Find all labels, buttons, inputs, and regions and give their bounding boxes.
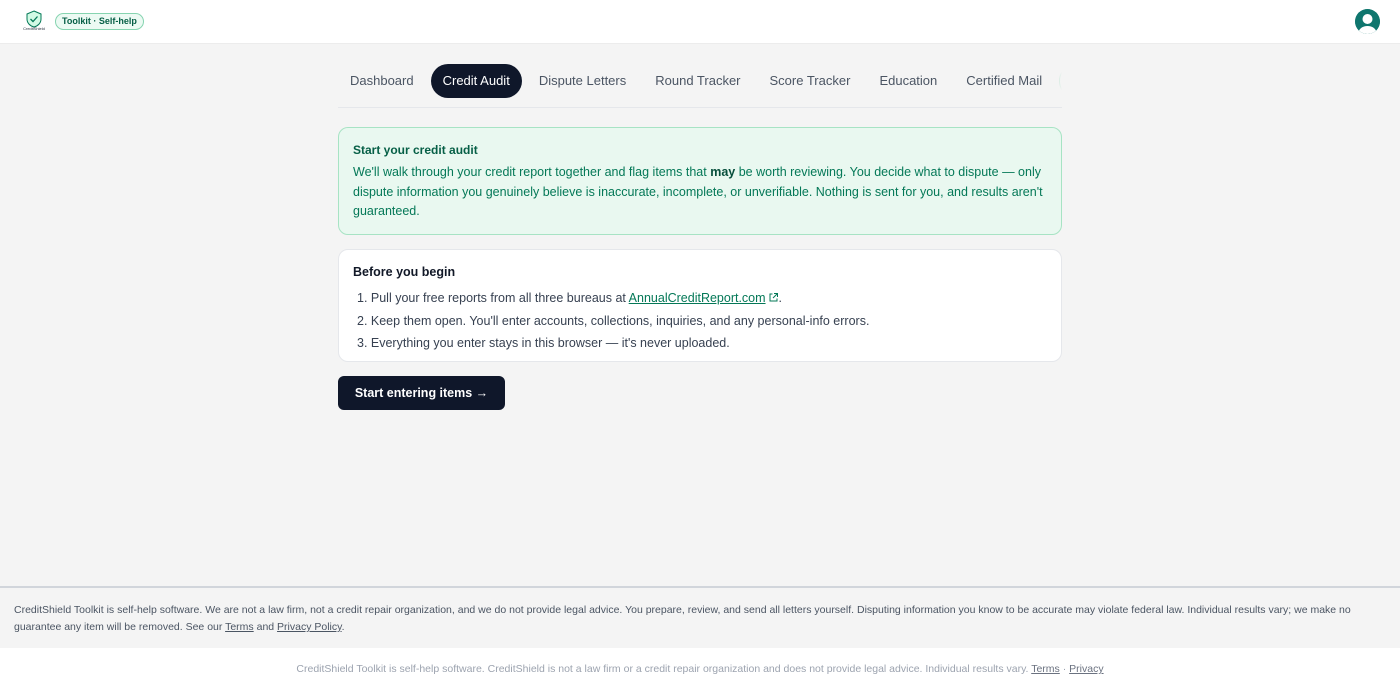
- user-avatar-icon[interactable]: [1355, 9, 1380, 34]
- step-item: 3. Everything you enter stays in this br…: [357, 336, 730, 350]
- disclaimer-text: CreditShield Toolkit is self-help softwa…: [14, 604, 1351, 633]
- callout-title: Start your credit audit: [353, 143, 478, 157]
- tab-credit-audit[interactable]: Credit Audit: [430, 64, 522, 98]
- top-bar: CreditShield Toolkit · Self-help: [0, 0, 1400, 44]
- toolkit-badge: Toolkit · Self-help: [55, 13, 144, 30]
- step-item: 2. Keep them open. You'll enter accounts…: [357, 314, 870, 328]
- start-entering-items-button[interactable]: Start entering items →: [338, 376, 505, 410]
- callout-emphasis: may: [710, 165, 736, 179]
- footer-terms-link[interactable]: Terms: [1031, 663, 1060, 675]
- disclaimer-privacy-link[interactable]: Privacy Policy: [277, 621, 342, 633]
- disclaimer-end: .: [341, 621, 345, 633]
- disclaimer-and: and: [253, 621, 278, 633]
- callout-text-before: We'll walk through your credit report to…: [353, 165, 711, 179]
- page-footer: CreditShield Toolkit is self-help softwa…: [0, 648, 1400, 691]
- brand-name: CreditShield: [23, 26, 45, 31]
- tab-score-tracker[interactable]: Score Tracker: [758, 64, 863, 98]
- footer-separator: ·: [1059, 663, 1070, 675]
- tab-round-tracker[interactable]: Round Tracker: [643, 64, 752, 98]
- link-label: AnnualCreditReport.com: [628, 291, 766, 305]
- steps-list: 1. Pull your free reports from all three…: [353, 287, 1047, 354]
- footer-privacy-link[interactable]: Privacy: [1069, 663, 1103, 675]
- card-title: Before you begin: [353, 265, 456, 279]
- external-link-icon: [768, 288, 779, 310]
- tab-education[interactable]: Education: [867, 64, 949, 98]
- before-you-begin-card: Before you begin 1. Pull your free repor…: [338, 249, 1062, 362]
- audit-intro-callout: Start your credit audit We'll walk throu…: [338, 127, 1062, 235]
- tab-dashboard[interactable]: Dashboard: [338, 64, 426, 98]
- main-nav-tabs: Dashboard Credit Audit Dispute Letters R…: [338, 64, 1062, 108]
- footer-text: CreditShield Toolkit is self-help softwa…: [296, 663, 1032, 675]
- annual-credit-report-link[interactable]: AnnualCreditReport.com: [629, 291, 779, 305]
- disclaimer-terms-link[interactable]: Terms: [225, 621, 254, 633]
- step1-text: 1. Pull your free reports from all three…: [357, 291, 629, 305]
- tab-dispute-letters[interactable]: Dispute Letters: [527, 64, 638, 98]
- legal-disclaimer: CreditShield Toolkit is self-help softwa…: [0, 586, 1400, 648]
- step1-suffix: .: [778, 291, 783, 305]
- tab-certified-mail[interactable]: Certified Mail: [954, 64, 1054, 98]
- tabs-fade: [1050, 64, 1062, 107]
- step-item: 1. Pull your free reports from all three…: [353, 287, 1047, 310]
- callout-body: We'll walk through your credit report to…: [353, 163, 1047, 222]
